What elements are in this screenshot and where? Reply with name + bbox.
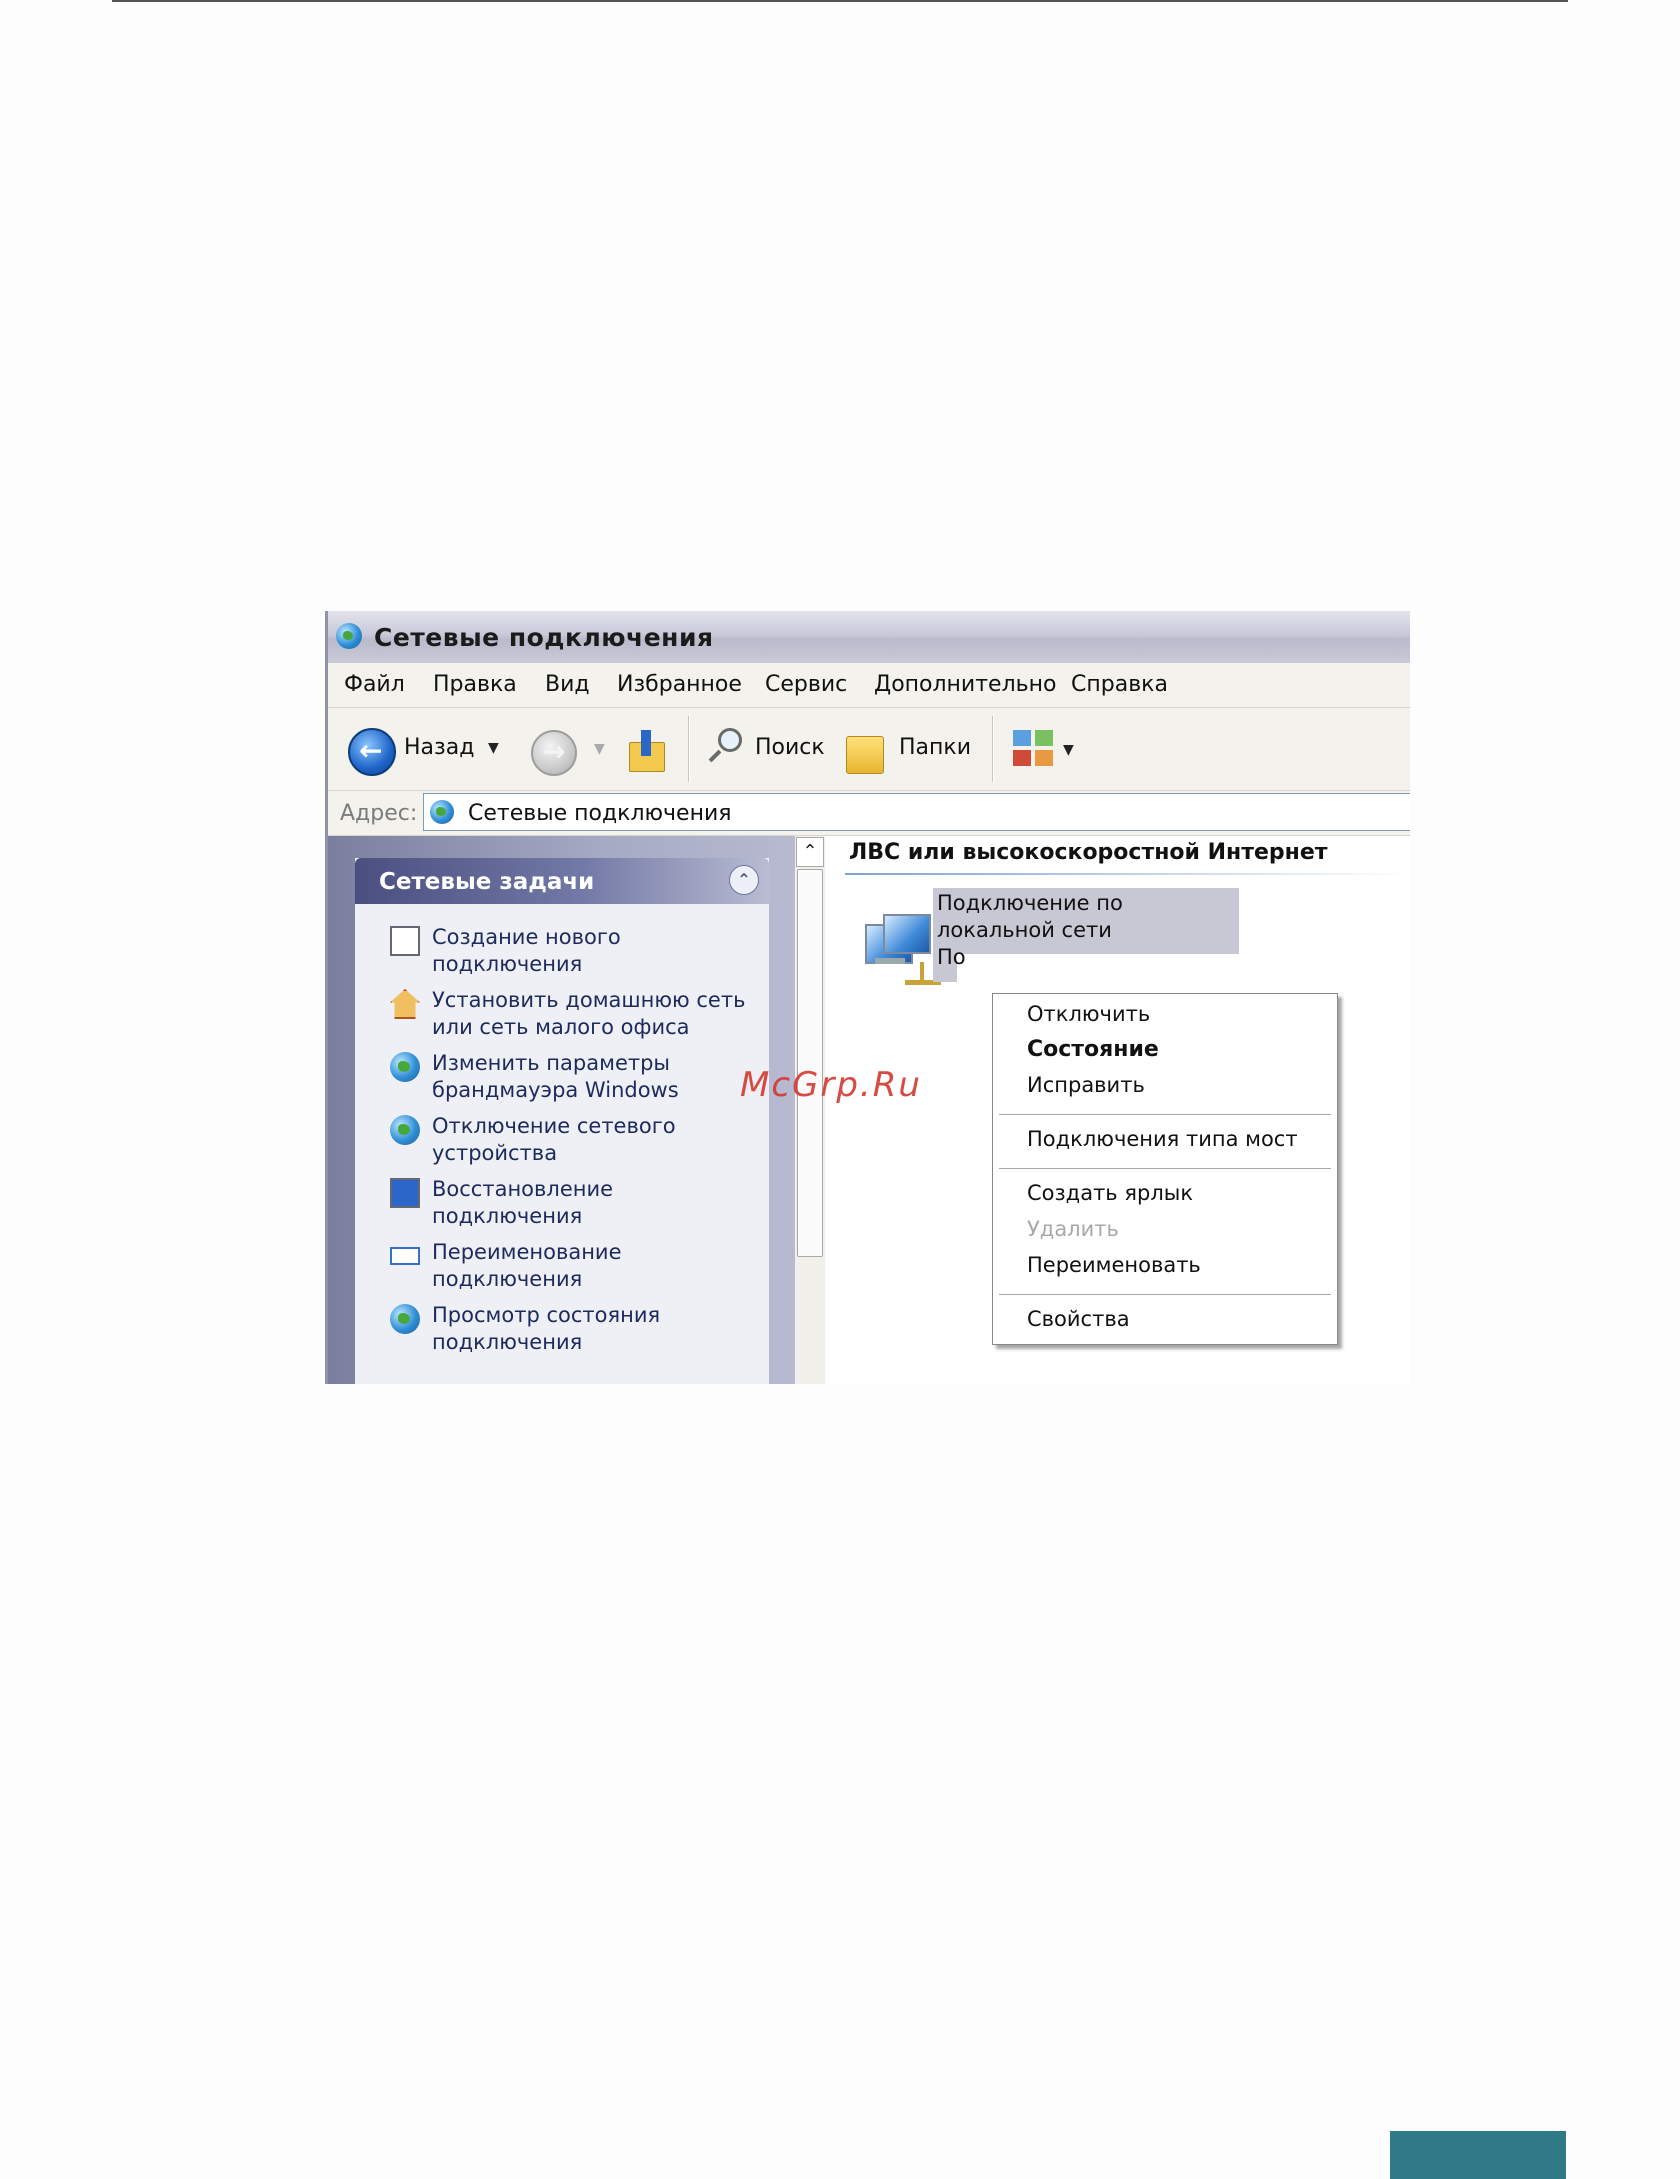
back-button[interactable]: ← xyxy=(348,728,396,776)
menu-item-repair[interactable]: Исправить xyxy=(1027,1073,1145,1097)
status-icon xyxy=(390,1304,420,1334)
menu-item-properties[interactable]: Свойства xyxy=(1027,1307,1130,1331)
menu-file[interactable]: Файл xyxy=(344,672,405,697)
task-pane-scrollbar[interactable]: ⌃ xyxy=(795,836,825,1384)
task-pane: Сетевые задачи ⌃ Создание нового подключ… xyxy=(328,836,795,1384)
menu-favorites[interactable]: Избранное xyxy=(617,672,742,697)
scroll-up-arrow-icon[interactable]: ⌃ xyxy=(796,837,824,867)
forward-button[interactable]: → xyxy=(531,730,577,776)
views-dropdown-icon[interactable]: ▼ xyxy=(1063,742,1074,758)
menu-item-delete: Удалить xyxy=(1027,1217,1119,1241)
folders-button[interactable]: Папки xyxy=(899,735,971,760)
back-label[interactable]: Назад xyxy=(404,735,474,760)
menu-bar: Файл Правка Вид Избранное Сервис Дополни… xyxy=(328,663,1410,708)
views-icon[interactable] xyxy=(1013,730,1059,772)
repair-connection-icon xyxy=(390,1178,420,1208)
rename-icon xyxy=(390,1247,420,1265)
menu-tools[interactable]: Сервис xyxy=(765,672,847,697)
collapse-chevron-icon[interactable]: ⌃ xyxy=(729,865,759,895)
search-button[interactable]: Поиск xyxy=(755,735,825,760)
firewall-icon xyxy=(390,1052,420,1082)
folders-icon[interactable] xyxy=(846,730,886,774)
address-value: Сетевые подключения xyxy=(468,801,732,826)
address-bar: Адрес: Сетевые подключения xyxy=(328,791,1410,836)
connection-status-text: По xyxy=(937,945,966,969)
search-button-icon-wrap[interactable] xyxy=(706,728,746,772)
menu-separator xyxy=(999,1294,1331,1295)
group-title: ЛВС или высокоскоростной Интернет xyxy=(849,840,1328,865)
menu-separator xyxy=(999,1114,1331,1115)
disable-device-icon xyxy=(390,1115,420,1145)
forward-dropdown-icon[interactable]: ▼ xyxy=(594,741,605,757)
menu-separator xyxy=(999,1168,1331,1169)
menu-edit[interactable]: Правка xyxy=(433,672,517,697)
address-label: Адрес: xyxy=(340,801,418,826)
network-globe-icon xyxy=(336,623,362,649)
menu-item-disable[interactable]: Отключить xyxy=(1027,1002,1150,1026)
home-network-icon xyxy=(390,989,420,1019)
page-top-rule xyxy=(112,0,1568,2)
network-tasks-title: Сетевые задачи xyxy=(379,869,595,895)
group-divider xyxy=(845,873,1410,875)
connection-name[interactable]: Подключение по локальной сети xyxy=(937,890,1237,944)
context-menu: Отключить Состояние Исправить Подключени… xyxy=(992,993,1338,1345)
search-icon xyxy=(718,728,742,752)
menu-item-rename[interactable]: Переименовать xyxy=(1027,1253,1201,1277)
window-title: Сетевые подключения xyxy=(374,623,714,652)
new-connection-icon xyxy=(390,926,420,956)
watermark: McGrp.Ru xyxy=(740,1065,922,1105)
menu-item-status[interactable]: Состояние xyxy=(1027,1037,1159,1062)
menu-help[interactable]: Справка xyxy=(1071,672,1168,697)
page-accent-tab xyxy=(1390,2131,1566,2179)
back-dropdown-icon[interactable]: ▼ xyxy=(488,740,499,756)
address-globe-icon xyxy=(430,800,454,824)
menu-item-bridge[interactable]: Подключения типа мост xyxy=(1027,1127,1298,1151)
menu-advanced[interactable]: Дополнительно xyxy=(874,672,1056,697)
menu-item-create-shortcut[interactable]: Создать ярлык xyxy=(1027,1181,1193,1205)
arrow-right-icon: → xyxy=(542,735,566,768)
address-field[interactable]: Сетевые подключения xyxy=(423,793,1410,831)
up-folder-button[interactable] xyxy=(625,730,665,774)
network-tasks-panel: Сетевые задачи ⌃ Создание нового подключ… xyxy=(355,858,769,1384)
toolbar: ← Назад ▼ → ▼ Поиск Папки ▼ xyxy=(328,708,1410,791)
title-bar[interactable]: Сетевые подключения xyxy=(328,611,1410,663)
scroll-thumb[interactable] xyxy=(797,869,823,1257)
menu-view[interactable]: Вид xyxy=(545,672,590,697)
arrow-left-icon: ← xyxy=(359,734,383,767)
network-tasks-header[interactable]: Сетевые задачи ⌃ xyxy=(355,858,769,904)
